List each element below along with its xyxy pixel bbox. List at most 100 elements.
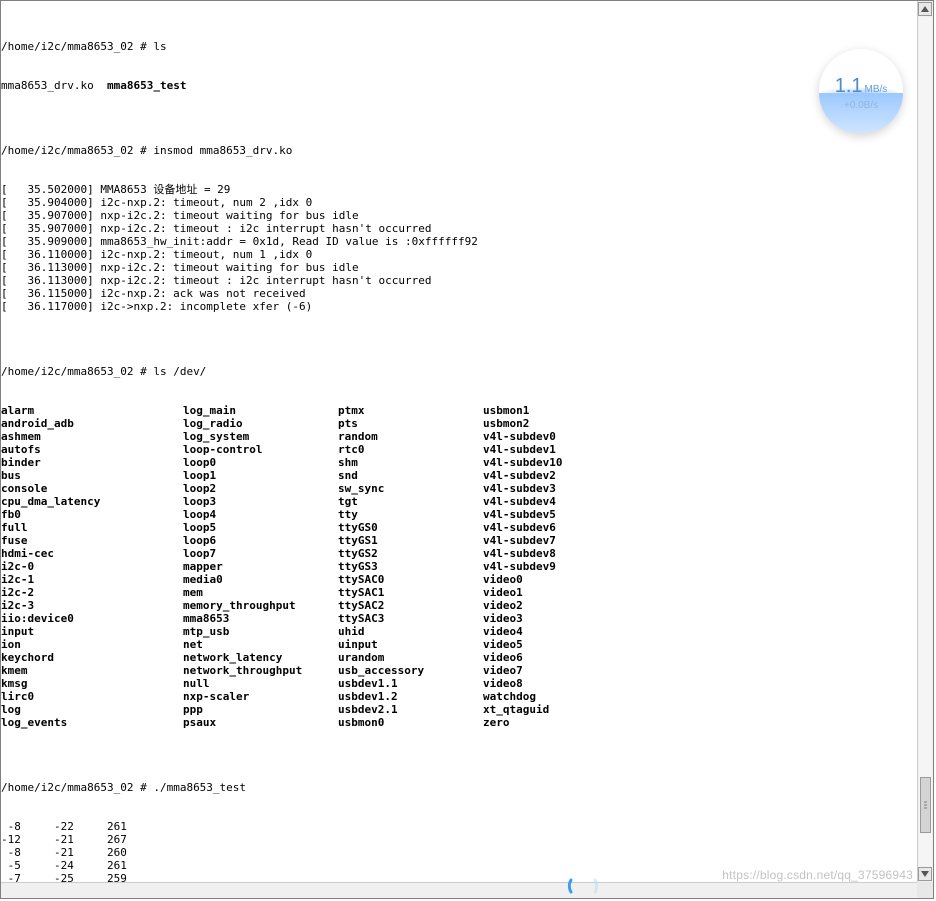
dev-entry: rtc0 [338,443,483,456]
loading-spinner-icon [567,876,599,896]
dev-entry: android_adb [1,417,183,430]
dev-entry: video7 [483,664,562,677]
dev-entry: uhid [338,625,483,638]
scrollbar-track[interactable] [919,17,932,866]
prompt-line: /home/i2c/mma8653_02 # ls /dev/ [1,365,917,378]
dev-entry: zero [483,716,562,729]
dev-entry: ppp [183,703,338,716]
kmsg-line: [ 35.909000] mma8653_hw_init:addr = 0x1d… [1,235,917,248]
dev-entry: lirc0 [1,690,183,703]
dev-entry: ptmx [338,404,483,417]
dev-entry: video3 [483,612,562,625]
dev-entry: video8 [483,677,562,690]
dev-entry: network_latency [183,651,338,664]
dev-entry: i2c-2 [1,586,183,599]
network-speed-badge[interactable]: 1.1MB/s +0.0B/s [819,49,903,133]
dev-entry: alarm [1,404,183,417]
dev-entry: tgt [338,495,483,508]
dev-entry: loop-control [183,443,338,456]
dev-entry: usb_accessory [338,664,483,677]
chevron-down-icon [921,871,929,877]
kmsg-line: [ 35.907000] nxp-i2c.2: timeout waiting … [1,209,917,222]
dev-entry: v4l-subdev1 [483,443,562,456]
dev-entry: ttyGS0 [338,521,483,534]
dev-entry: v4l-subdev4 [483,495,562,508]
dev-entry: ttySAC3 [338,612,483,625]
dev-entry: loop5 [183,521,338,534]
dev-entry: network_throughput [183,664,338,677]
dev-entry: kmem [1,664,183,677]
dev-entry: v4l-subdev0 [483,430,562,443]
dev-entry: uinput [338,638,483,651]
dev-entry: v4l-subdev10 [483,456,562,469]
dev-entry: console [1,482,183,495]
dev-entry: mem [183,586,338,599]
dev-entry: ttyGS3 [338,560,483,573]
dev-entry: ttyGS1 [338,534,483,547]
dev-entry: mapper [183,560,338,573]
kmsg-line: [ 35.907000] nxp-i2c.2: timeout : i2c in… [1,222,917,235]
dev-entry: log_radio [183,417,338,430]
dev-entry: net [183,638,338,651]
dev-entry: loop3 [183,495,338,508]
dev-entry: log_main [183,404,338,417]
dev-entry: v4l-subdev7 [483,534,562,547]
dev-entry: usbdev1.2 [338,690,483,703]
dev-entry: fb0 [1,508,183,521]
dev-entry: ttyGS2 [338,547,483,560]
dev-entry: video1 [483,586,562,599]
dev-entry: ashmem [1,430,183,443]
scroll-down-button[interactable] [918,867,932,881]
dev-entry: mma8653 [183,612,338,625]
scroll-up-button[interactable] [918,2,932,16]
dev-entry: loop0 [183,456,338,469]
dev-entry: video6 [483,651,562,664]
dev-entry: usbmon2 [483,417,562,430]
dev-entry: tty [338,508,483,521]
dev-entry: i2c-3 [1,599,183,612]
dev-entry: log_events [1,716,183,729]
dev-entry: video4 [483,625,562,638]
dev-entry: v4l-subdev9 [483,560,562,573]
dev-entry: v4l-subdev6 [483,521,562,534]
xyz-row: -8 -22 261 [1,820,917,833]
dev-entry: snd [338,469,483,482]
dev-entry: keychord [1,651,183,664]
dev-entry: v4l-subdev8 [483,547,562,560]
dev-entry: input [1,625,183,638]
dev-entry: log_system [183,430,338,443]
vertical-scrollbar[interactable] [917,1,933,882]
dev-entry: i2c-1 [1,573,183,586]
dev-entry: loop4 [183,508,338,521]
kmsg-line: [ 36.117000] i2c->nxp.2: incomplete xfer… [1,300,917,313]
dev-entry: memory_throughput [183,599,338,612]
dev-entry: loop6 [183,534,338,547]
dev-entry: v4l-subdev2 [483,469,562,482]
scrollbar-corner [917,882,933,898]
prompt-line: /home/i2c/mma8653_02 # ls [1,40,917,53]
dev-entry: ttySAC1 [338,586,483,599]
dev-entry: psaux [183,716,338,729]
dev-entry: video5 [483,638,562,651]
kmsg-line: [ 36.115000] i2c-nxp.2: ack was not rece… [1,287,917,300]
dev-entry: i2c-0 [1,560,183,573]
dev-entry: usbmon1 [483,404,562,417]
dev-entry: video0 [483,573,562,586]
dev-entry: null [183,677,338,690]
watermark-text: https://blog.csdn.net/qq_37596943 [722,868,913,882]
scrollbar-thumb[interactable] [920,777,931,833]
chevron-up-icon [921,6,929,12]
dev-entry: media0 [183,573,338,586]
dev-entry: bus [1,469,183,482]
horizontal-scrollbar[interactable] [1,882,917,898]
dev-entry: random [338,430,483,443]
dev-entry: usbmon0 [338,716,483,729]
dev-entry: loop7 [183,547,338,560]
dev-entry: cpu_dma_latency [1,495,183,508]
dev-entry: nxp-scaler [183,690,338,703]
terminal-output[interactable]: /home/i2c/mma8653_02 # ls mma8653_drv.ko… [1,1,917,882]
prompt-line: /home/i2c/mma8653_02 # ./mma8653_test [1,781,917,794]
kmsg-line: [ 35.502000] MMA8653 设备地址 = 29 [1,183,917,196]
dev-entry: mtp_usb [183,625,338,638]
dev-entry: autofs [1,443,183,456]
